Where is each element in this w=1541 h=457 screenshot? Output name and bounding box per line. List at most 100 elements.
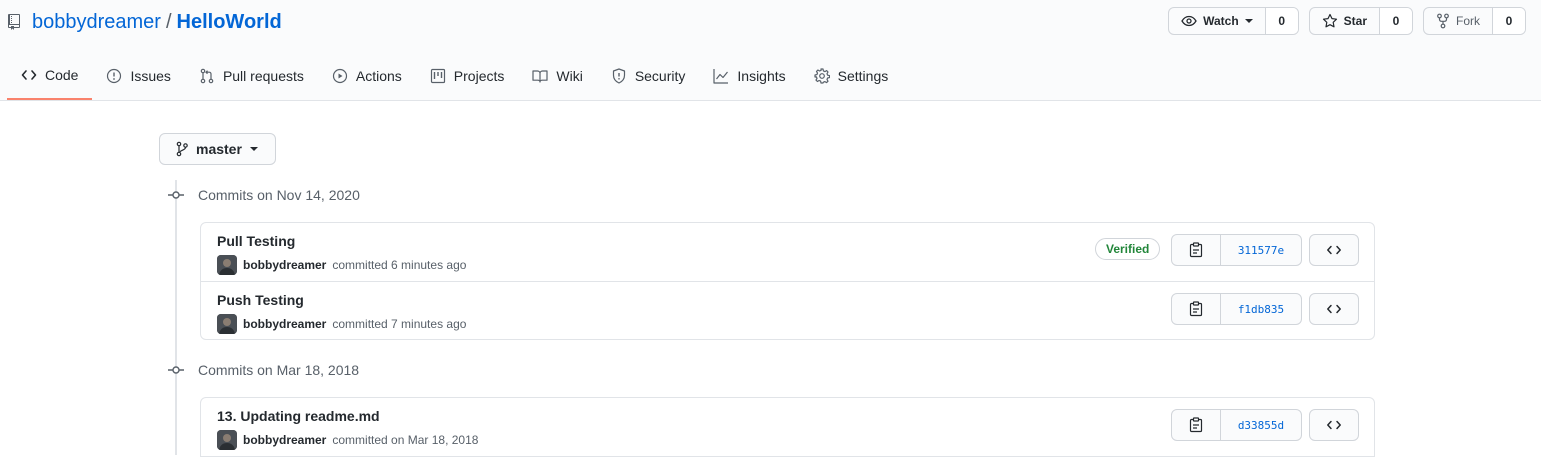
play-icon [332, 68, 347, 84]
commit-list: 13. Updating readme.md bobbydreamer comm… [200, 397, 1375, 457]
tab-pull-requests-label: Pull requests [222, 68, 304, 84]
commit-list: Pull Testing bobbydreamer committed 6 mi… [200, 222, 1375, 340]
gear-icon [814, 68, 830, 84]
commit-message-link[interactable]: 13. Updating readme.md [217, 408, 380, 424]
star-icon [1322, 13, 1337, 28]
commit-sha-link[interactable]: 311577e [1221, 235, 1301, 265]
tab-code[interactable]: Code [7, 52, 93, 100]
commit-row: Pull Testing bobbydreamer committed 6 mi… [201, 223, 1374, 281]
tab-issues-label: Issues [130, 68, 171, 84]
copy-sha-button[interactable] [1172, 235, 1221, 265]
star-count[interactable]: 0 [1380, 8, 1412, 34]
issue-icon [107, 68, 122, 84]
branch-name: master [196, 141, 242, 157]
shield-icon [612, 68, 625, 84]
tab-actions-label: Actions [355, 68, 402, 84]
tab-issues[interactable]: Issues [92, 52, 184, 100]
browse-files-button[interactable] [1309, 293, 1359, 325]
browse-files-button[interactable] [1309, 234, 1359, 266]
star-group: Star 0 [1308, 7, 1413, 35]
commit-group-date: Commits on Nov 14, 2020 [198, 187, 360, 203]
path-separator: / [165, 10, 172, 33]
code-icon [1327, 420, 1341, 430]
repo-icon [8, 14, 22, 30]
commit-author[interactable]: bobbydreamer [243, 317, 326, 331]
tab-projects[interactable]: Projects [416, 52, 519, 100]
browse-files-button[interactable] [1309, 409, 1359, 441]
commit-author[interactable]: bobbydreamer [243, 433, 326, 447]
commit-group-title: Commits on Nov 14, 2020 [168, 187, 360, 203]
commit-group-date: Commits on Mar 18, 2018 [198, 362, 360, 378]
chevron-down-icon [1244, 19, 1253, 23]
tab-security[interactable]: Security [597, 52, 700, 100]
commit-sha-link[interactable]: f1db835 [1221, 294, 1301, 324]
commit-row: 13. Updating readme.md bobbydreamer comm… [201, 398, 1374, 456]
fork-label: Fork [1456, 14, 1480, 28]
book-icon [532, 70, 548, 83]
commit-meta: bobbydreamer committed 7 minutes ago [217, 314, 466, 334]
commit-row: Push Testing bobbydreamer committed 7 mi… [201, 281, 1374, 339]
code-icon [1327, 245, 1341, 255]
tab-settings[interactable]: Settings [800, 52, 903, 100]
commit-time: committed 6 minutes ago [332, 258, 467, 272]
fork-button[interactable]: Fork [1424, 8, 1493, 34]
watch-label: Watch [1203, 14, 1239, 28]
repo-header: bobbydreamer / HelloWorld Watch 0 Star 0… [0, 0, 1541, 101]
copy-sha-button[interactable] [1172, 410, 1221, 440]
watch-group: Watch 0 [1168, 7, 1299, 35]
sha-button-group: 311577e [1171, 234, 1302, 266]
branch-select-button[interactable]: master [159, 133, 276, 165]
clipboard-icon [1189, 301, 1203, 317]
branch-icon [176, 141, 188, 157]
fork-group: Fork 0 [1423, 7, 1526, 35]
clipboard-icon [1189, 242, 1203, 258]
commit-node-icon [168, 187, 184, 203]
watch-button[interactable]: Watch [1169, 8, 1266, 34]
project-icon [430, 68, 445, 84]
commit-message-link[interactable]: Push Testing [217, 292, 304, 308]
tab-security-label: Security [634, 68, 686, 84]
graph-icon [713, 69, 729, 84]
avatar[interactable] [217, 314, 237, 334]
timeline-line [175, 180, 177, 455]
commit-group-title: Commits on Mar 18, 2018 [168, 362, 359, 378]
eye-icon [1181, 15, 1197, 27]
fork-count[interactable]: 0 [1493, 8, 1525, 34]
tab-actions[interactable]: Actions [318, 52, 416, 100]
chevron-down-icon [249, 147, 258, 151]
code-icon [21, 70, 37, 80]
copy-sha-button[interactable] [1172, 294, 1221, 324]
commit-message-link[interactable]: Pull Testing [217, 233, 295, 249]
commit-time: committed 7 minutes ago [332, 317, 467, 331]
star-button[interactable]: Star [1310, 8, 1380, 34]
repo-actions: Watch 0 Star 0 Fork 0 [1168, 7, 1526, 35]
tab-wiki-label: Wiki [556, 68, 583, 84]
tab-insights-label: Insights [737, 68, 786, 84]
tab-pull-requests[interactable]: Pull requests [185, 52, 318, 100]
commit-node-icon [168, 362, 184, 378]
commit-author[interactable]: bobbydreamer [243, 258, 326, 272]
tab-insights[interactable]: Insights [699, 52, 799, 100]
watch-count[interactable]: 0 [1265, 8, 1298, 34]
tab-projects-label: Projects [453, 68, 505, 84]
commit-time: committed on Mar 18, 2018 [332, 433, 479, 447]
repo-title: bobbydreamer / HelloWorld [8, 10, 282, 34]
star-label: Star [1343, 14, 1367, 28]
fork-icon [1437, 13, 1449, 29]
pull-request-icon [200, 68, 214, 84]
tab-wiki[interactable]: Wiki [518, 52, 596, 100]
sha-button-group: d33855d [1171, 409, 1302, 441]
avatar[interactable] [217, 255, 237, 275]
commit-meta: bobbydreamer committed 6 minutes ago [217, 255, 466, 275]
verified-badge[interactable]: Verified [1095, 238, 1161, 260]
repo-owner-link[interactable]: bobbydreamer [32, 11, 161, 34]
clipboard-icon [1189, 417, 1203, 433]
repo-nav: Code Issues Pull requests Actions Projec… [7, 52, 902, 101]
avatar[interactable] [217, 430, 237, 450]
tab-settings-label: Settings [837, 68, 889, 84]
repo-name-link[interactable]: HelloWorld [177, 11, 282, 34]
code-icon [1327, 304, 1341, 314]
commit-sha-link[interactable]: d33855d [1221, 410, 1301, 440]
tab-code-label: Code [45, 67, 79, 83]
commit-meta: bobbydreamer committed on Mar 18, 2018 [217, 430, 478, 450]
